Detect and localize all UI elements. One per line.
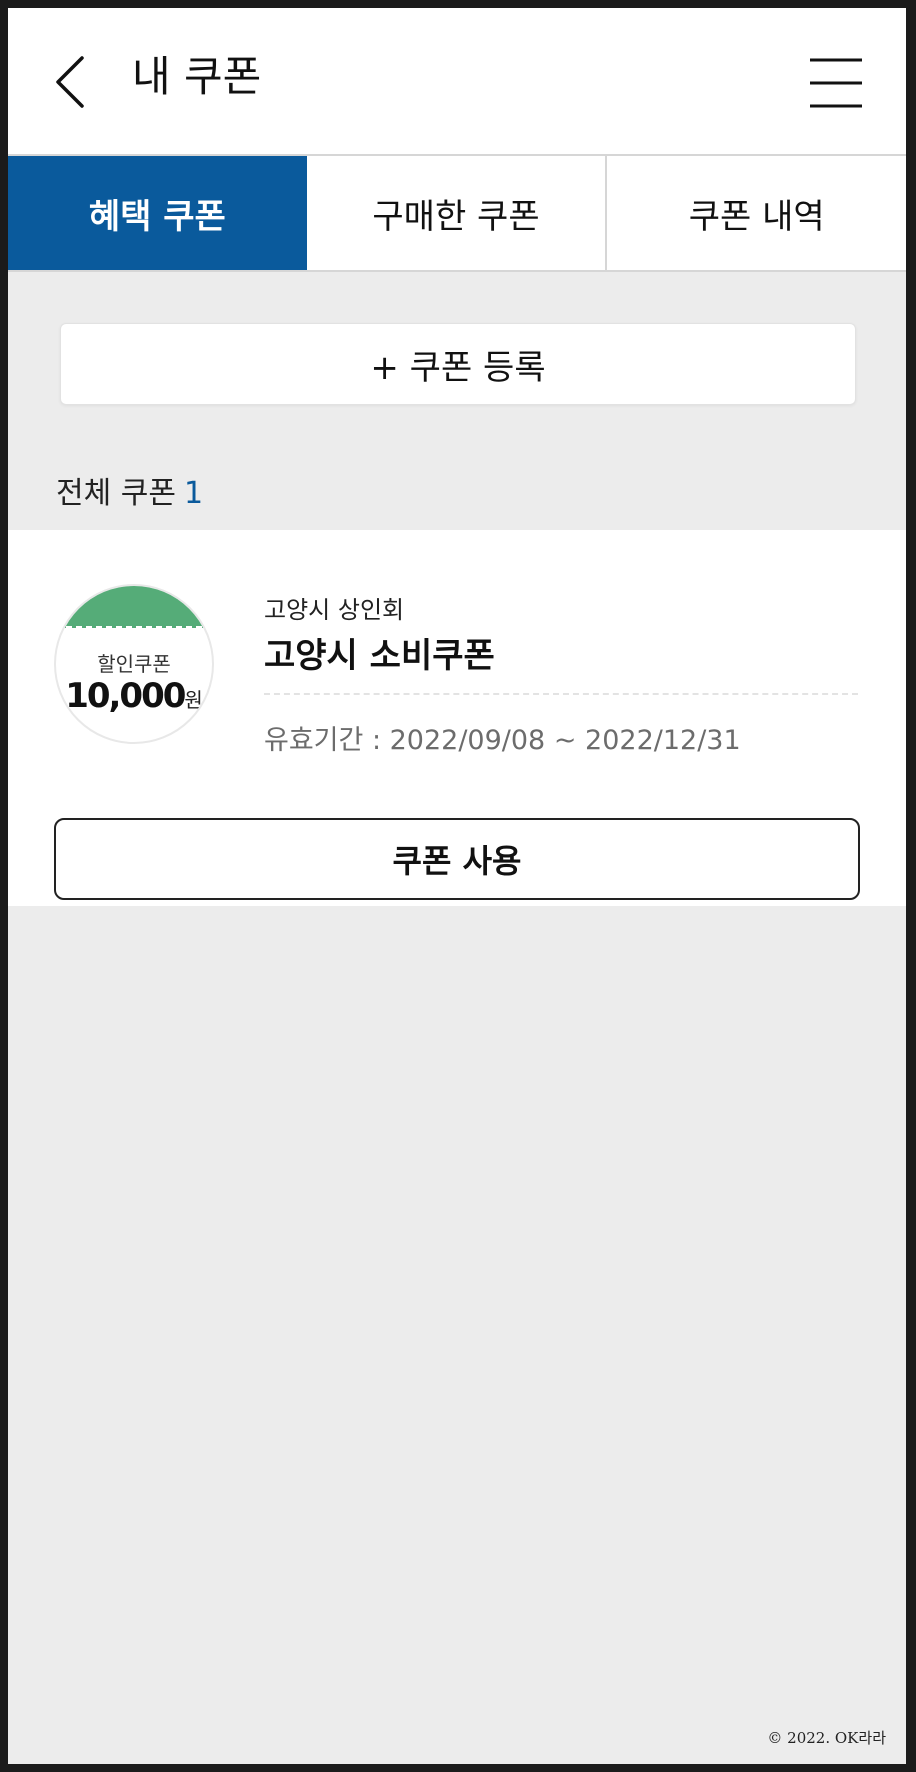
coupon-divider (264, 693, 858, 695)
header: 내 쿠폰 (8, 8, 906, 154)
badge-amount: 10,000원 (56, 676, 212, 716)
page-title: 내 쿠폰 (132, 52, 262, 101)
tab-benefit-coupons[interactable]: 혜택 쿠폰 (8, 156, 307, 270)
back-button[interactable] (48, 50, 98, 114)
register-coupon-button[interactable]: + 쿠폰 등록 (60, 323, 856, 405)
coupon-tabs: 혜택 쿠폰 구매한 쿠폰 쿠폰 내역 (8, 154, 906, 272)
menu-button[interactable] (808, 56, 864, 110)
coupon-name: 고양시 소비쿠폰 (264, 636, 495, 676)
coupon-validity: 유효기간 : 2022/09/08 ~ 2022/12/31 (264, 725, 741, 756)
total-coupons-label: 전체 쿠폰 (56, 476, 176, 511)
badge-amount-unit: 원 (184, 688, 203, 712)
tab-coupon-history[interactable]: 쿠폰 내역 (607, 156, 906, 270)
chevron-left-icon (56, 56, 84, 108)
badge-label: 할인쿠폰 (97, 652, 171, 676)
badge-top-band (56, 586, 212, 628)
use-coupon-button[interactable]: 쿠폰 사용 (54, 818, 860, 900)
coupon-badge: 할인쿠폰 10,000원 (54, 584, 214, 744)
total-coupons-count: 1 (183, 476, 204, 511)
badge-amount-value: 10,000 (65, 676, 186, 716)
total-coupons: 전체 쿠폰 1 (56, 468, 203, 512)
coupon-card: 할인쿠폰 10,000원 고양시 상인회 고양시 소비쿠폰 유효기간 : 202… (8, 530, 906, 906)
coupon-issuer: 고양시 상인회 (264, 596, 405, 624)
hamburger-menu-icon (810, 58, 862, 108)
tab-purchased-coupons[interactable]: 구매한 쿠폰 (307, 156, 608, 270)
footer-copyright: © 2022. OK라라 (767, 1729, 886, 1747)
app-screen: 내 쿠폰 혜택 쿠폰 구매한 쿠폰 쿠폰 내역 + 쿠폰 등록 전체 쿠폰 1 할… (8, 8, 906, 1764)
